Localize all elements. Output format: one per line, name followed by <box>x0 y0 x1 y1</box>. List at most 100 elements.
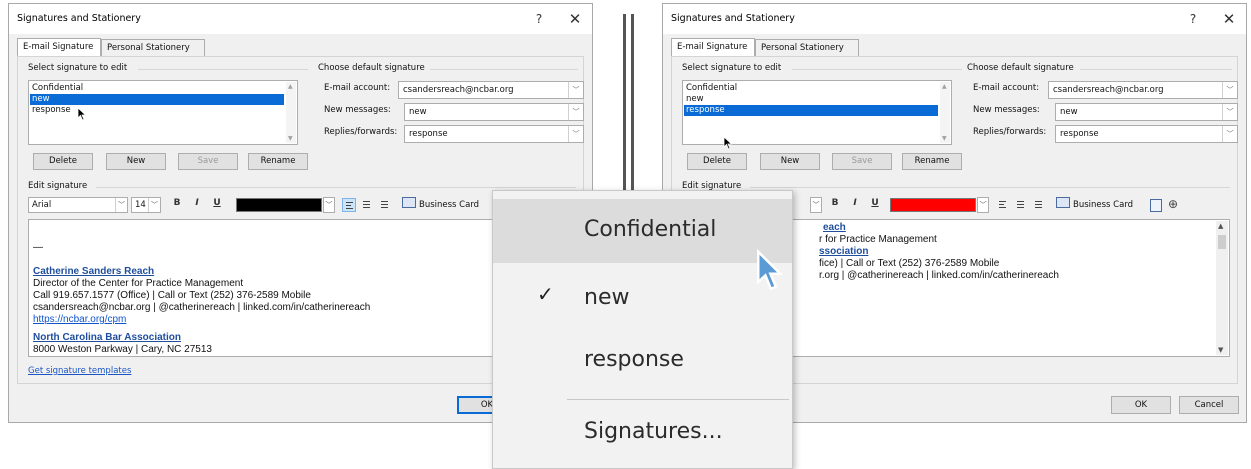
font-color-swatch[interactable] <box>890 198 976 212</box>
list-scrollbar[interactable]: ▲ ▼ <box>940 82 950 143</box>
bold-icon[interactable]: B <box>828 198 842 208</box>
new-button[interactable]: New <box>760 153 820 170</box>
editor-scrollbar[interactable]: ▲ ▼ <box>1216 221 1228 355</box>
font-value: Arial <box>32 200 52 210</box>
select-signature-label: Select signature to edit <box>682 63 782 73</box>
new-messages-select[interactable]: new ﹀ <box>404 103 584 121</box>
edit-signature-label: Edit signature <box>28 181 88 191</box>
menu-item-label: Confidential <box>584 217 717 242</box>
font-color-swatch[interactable] <box>236 198 322 212</box>
signature-linkedin-link[interactable]: linked.com/in/catherinereach <box>932 270 1059 281</box>
replies-select[interactable]: response ﹀ <box>404 125 584 143</box>
signature-linkedin-link[interactable]: linked.com/in/catherinereach <box>243 302 370 313</box>
chevron-down-icon: ﹀ <box>1222 82 1237 98</box>
signature-site-link[interactable]: https://ncbar.org/cpm <box>33 314 126 326</box>
italic-icon[interactable]: I <box>848 198 862 208</box>
new-button[interactable]: New <box>106 153 166 170</box>
signature-item-confidential[interactable]: Confidential <box>684 83 938 94</box>
signature-email-link[interactable]: csandersreach@ncbar.org <box>33 302 150 313</box>
cancel-button[interactable]: Cancel <box>1179 396 1239 414</box>
tab-email-signature[interactable]: E-mail Signature <box>671 38 755 57</box>
signature-item-response[interactable]: response <box>684 105 938 116</box>
signature-title-fragment: r for Practice Management <box>819 234 937 245</box>
chevron-down-icon[interactable]: ﹀ <box>810 197 822 213</box>
align-left-icon[interactable] <box>342 198 356 212</box>
business-card-label: Business Card <box>419 200 480 210</box>
signature-links-line: r.org | @catherinereach | linked.com/in/… <box>819 270 1059 282</box>
align-right-icon[interactable] <box>378 198 392 212</box>
underline-icon[interactable]: U <box>210 198 224 208</box>
signature-email-link[interactable]: r.org <box>819 270 839 281</box>
font-size-select[interactable]: 14 ﹀ <box>131 197 161 213</box>
list-scrollbar[interactable]: ▲ ▼ <box>286 82 296 143</box>
signature-item-new[interactable]: new <box>684 94 938 105</box>
replies-label: Replies/forwards: <box>324 127 398 137</box>
signature-org[interactable]: North Carolina Bar Association <box>33 332 181 344</box>
business-card-button[interactable]: Business Card <box>402 197 479 213</box>
divider-bar <box>631 14 634 204</box>
chevron-down-icon[interactable]: ﹀ <box>323 197 335 213</box>
replies-select[interactable]: response ﹀ <box>1055 125 1238 143</box>
business-card-icon <box>1056 197 1070 208</box>
menu-item-response[interactable]: response <box>493 327 792 391</box>
business-card-icon <box>402 197 416 208</box>
chevron-down-icon: ﹀ <box>115 198 127 212</box>
align-center-icon[interactable] <box>360 198 374 212</box>
delete-button[interactable]: Delete <box>33 153 93 170</box>
chevron-down-icon: ﹀ <box>1222 104 1237 120</box>
menu-item-new[interactable]: ✓ new <box>493 263 792 327</box>
close-button[interactable]: ✕ <box>1218 9 1240 29</box>
delete-button[interactable]: Delete <box>687 153 747 170</box>
signature-phone-fragment: fice) | Call or Text (252) 376-2589 Mobi… <box>819 258 1000 269</box>
signature-item-response[interactable]: response <box>30 105 284 116</box>
close-button[interactable]: ✕ <box>564 9 586 29</box>
bold-icon[interactable]: B <box>170 198 184 208</box>
separator-text: | <box>150 302 159 313</box>
replies-label: Replies/forwards: <box>973 127 1047 137</box>
mouse-cursor-icon <box>723 136 733 150</box>
align-center-icon[interactable] <box>1014 198 1028 212</box>
title-bar: Signatures and Stationery ? ✕ <box>663 4 1246 34</box>
new-messages-select[interactable]: new ﹀ <box>1055 103 1238 121</box>
signature-templates-link[interactable]: Get signature templates <box>28 366 131 376</box>
email-account-label: E-mail account: <box>324 83 391 93</box>
insert-picture-icon[interactable] <box>1150 199 1162 212</box>
align-left-icon[interactable] <box>996 198 1010 212</box>
menu-item-signatures[interactable]: Signatures... <box>493 403 792 463</box>
rename-button[interactable]: Rename <box>248 153 308 170</box>
align-right-icon[interactable] <box>1032 198 1046 212</box>
menu-item-confidential[interactable]: Confidential <box>493 199 792 263</box>
tab-personal-stationery[interactable]: Personal Stationery <box>101 39 205 56</box>
signature-name[interactable]: Catherine Sanders Reach <box>33 266 154 278</box>
group-divider <box>792 69 962 70</box>
save-button[interactable]: Save <box>178 153 238 170</box>
signature-twitter-link[interactable]: @catherinereach <box>159 302 235 313</box>
email-account-select[interactable]: csandersreach@ncbar.org ﹀ <box>1048 81 1238 99</box>
signature-item-new[interactable]: new <box>30 94 284 105</box>
tab-personal-stationery[interactable]: Personal Stationery <box>755 39 859 56</box>
tab-email-signature[interactable]: E-mail Signature <box>17 38 101 57</box>
signature-twitter-link[interactable]: @catherinereach <box>847 270 923 281</box>
save-button[interactable]: Save <box>832 153 892 170</box>
divider-bar <box>623 14 626 204</box>
email-account-select[interactable]: csandersreach@ncbar.org ﹀ <box>398 81 584 99</box>
italic-icon[interactable]: I <box>190 198 204 208</box>
font-size-value: 14 <box>135 200 146 210</box>
ok-button[interactable]: OK <box>1111 396 1171 414</box>
rename-button[interactable]: Rename <box>902 153 962 170</box>
font-select[interactable]: Arial ﹀ <box>28 197 128 213</box>
help-button[interactable]: ? <box>1182 9 1204 29</box>
group-divider <box>96 187 576 188</box>
signature-org-fragment[interactable]: ssociation <box>819 246 868 258</box>
hyperlink-icon[interactable]: ⊕ <box>1168 197 1178 211</box>
group-divider <box>138 69 308 70</box>
menu-item-label: response <box>584 347 684 372</box>
signature-list[interactable]: Confidential new response ▲ ▼ <box>28 80 298 145</box>
signature-item-confidential[interactable]: Confidential <box>30 83 284 94</box>
chevron-down-icon[interactable]: ﹀ <box>977 197 989 213</box>
underline-icon[interactable]: U <box>868 198 882 208</box>
help-button[interactable]: ? <box>528 9 550 29</box>
new-messages-label: New messages: <box>973 105 1040 115</box>
business-card-button[interactable]: Business Card <box>1056 197 1133 213</box>
signature-name-fragment[interactable]: each <box>823 222 846 234</box>
